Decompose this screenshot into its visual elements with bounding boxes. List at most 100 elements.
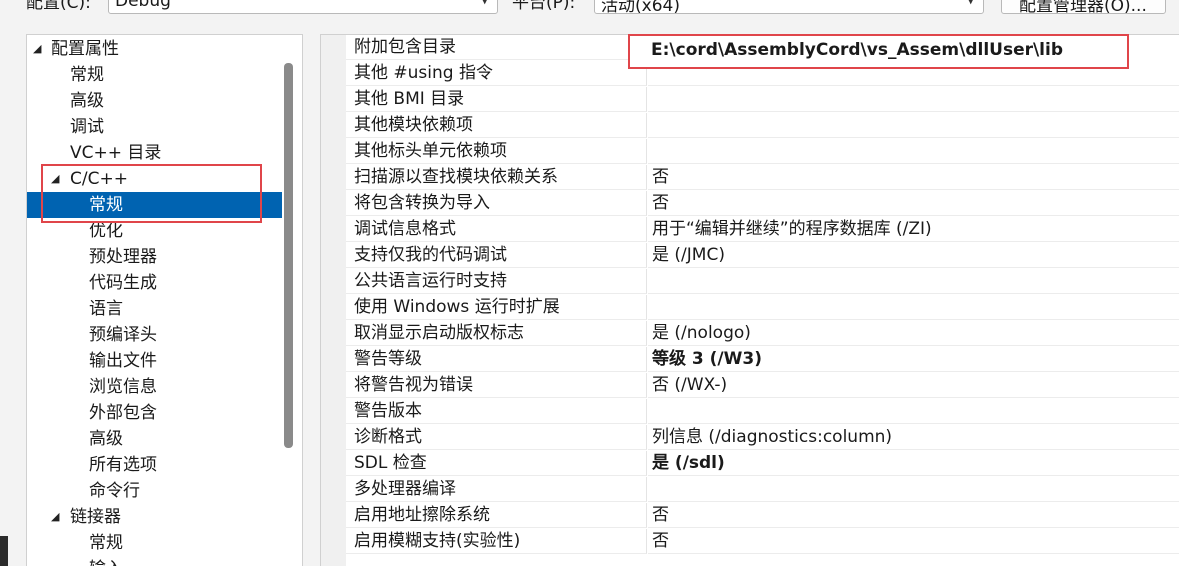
property-name: 其他 BMI 目录 [346, 87, 647, 112]
property-name: 警告等级 [346, 347, 647, 372]
tree-item[interactable]: 命令行 [27, 478, 282, 504]
property-value[interactable] [648, 399, 1179, 424]
tree-item-label: 预编译头 [89, 325, 157, 345]
include-directories-value: E:\cord\AssemblyCord\vs_Assem\dllUser\li… [651, 40, 1064, 60]
property-row[interactable]: 扫描源以查找模块依赖关系否 [346, 165, 1179, 191]
tree-item-label: 预处理器 [89, 247, 157, 267]
platform-combo[interactable]: 活动(x64) ▼ [594, 0, 984, 16]
property-value[interactable]: 等级 3 (/W3) [648, 347, 1179, 372]
property-row[interactable]: 支持仅我的代码调试是 (/JMC) [346, 243, 1179, 269]
property-row[interactable]: 警告版本 [346, 399, 1179, 425]
property-value[interactable] [648, 87, 1179, 112]
property-row[interactable]: 使用 Windows 运行时扩展 [346, 295, 1179, 321]
property-value[interactable]: 是 (/JMC) [648, 243, 1179, 268]
property-name: 启用模糊支持(实验性) [346, 529, 647, 554]
tree-item-label: 命令行 [89, 481, 140, 501]
property-tree: ◢ 配置属性 常规 高级 调试 VC++ 目录 ◢ C/C++ 常规 优化 预处理器 代码生成 语言 预编… [26, 34, 303, 566]
tree-item-label: 输出文件 [89, 351, 157, 371]
tree-item[interactable]: 输入 [27, 556, 282, 566]
property-value[interactable]: 否 [648, 503, 1179, 528]
tree-item[interactable]: 预处理器 [27, 244, 282, 270]
property-value[interactable]: 是 (/nologo) [648, 321, 1179, 346]
property-value[interactable]: 否 [648, 191, 1179, 216]
chevron-down-icon: ▼ [481, 0, 489, 6]
tree-item[interactable]: ◢ 链接器 [27, 504, 282, 530]
property-row[interactable]: 启用地址擦除系统否 [346, 503, 1179, 529]
tree-item-label: 常规 [89, 533, 123, 553]
tree-item[interactable]: 所有选项 [27, 452, 282, 478]
property-row[interactable]: 警告等级 等级 3 (/W3) [346, 347, 1179, 373]
property-value[interactable] [648, 295, 1179, 320]
include-directories-input[interactable]: E:\cord\AssemblyCord\vs_Assem\dllUser\li… [628, 34, 1129, 69]
property-row[interactable]: 其他标头单元依赖项 [346, 139, 1179, 165]
property-row[interactable]: 将包含转换为导入否 [346, 191, 1179, 217]
tree-item[interactable]: 输出文件 [27, 348, 282, 374]
tree-item-label: 高级 [70, 91, 104, 111]
tree-item-label: 所有选项 [89, 455, 157, 475]
tree-item-label: 浏览信息 [89, 377, 157, 397]
tree-item[interactable]: 代码生成 [27, 270, 282, 296]
tree-item[interactable]: 高级 [27, 426, 282, 452]
property-row[interactable]: 其他 BMI 目录 [346, 87, 1179, 113]
tree-item[interactable]: 常规 [27, 62, 282, 88]
property-value[interactable]: 否 [648, 529, 1179, 554]
expand-arrow-icon[interactable]: ◢ [51, 504, 59, 530]
property-value[interactable]: 否 (/WX-) [648, 373, 1179, 398]
property-row[interactable]: 将警告视为错误否 (/WX-) [346, 373, 1179, 399]
tree-item[interactable]: 调试 [27, 114, 282, 140]
property-value[interactable] [648, 139, 1179, 164]
property-name: 其他标头单元依赖项 [346, 139, 647, 164]
property-row[interactable]: 其他模块依赖项 [346, 113, 1179, 139]
configuration-manager-button[interactable]: 配置管理器(O)... [1001, 0, 1166, 16]
configuration-manager-label: 配置管理器(O)... [1019, 0, 1147, 16]
tree-scrollbar-thumb[interactable] [284, 63, 293, 448]
tree-item-label: 代码生成 [89, 273, 157, 293]
tree-item[interactable]: ◢ 配置属性 [27, 36, 282, 62]
tree-item[interactable]: 浏览信息 [27, 374, 282, 400]
tree-item[interactable]: 预编译头 [27, 322, 282, 348]
property-name: 其他模块依赖项 [346, 113, 647, 138]
property-value[interactable] [648, 477, 1179, 502]
property-row[interactable]: 公共语言运行时支持 [346, 269, 1179, 295]
property-row[interactable]: 多处理器编译 [346, 477, 1179, 503]
property-row[interactable]: 启用模糊支持(实验性) 否 [346, 529, 1179, 555]
tree-item-label: 调试 [70, 117, 104, 137]
tree-item-label: 常规 [70, 65, 104, 85]
platform-label: 平台(P): [512, 0, 576, 13]
property-value[interactable]: 是 (/sdl) [648, 451, 1179, 476]
property-name: 取消显示启动版权标志 [346, 321, 647, 346]
property-row[interactable]: 取消显示启动版权标志是 (/nologo) [346, 321, 1179, 347]
tree-item[interactable]: 常规 [27, 530, 282, 556]
tree-item-label: 配置属性 [51, 39, 119, 59]
property-grid: 附加包含目录 其他 #using 指令 其他 BMI 目录 其他模块依赖项 其他标头单元… [320, 34, 1179, 566]
property-row[interactable]: SDL 检查是 (/sdl) [346, 451, 1179, 477]
expand-arrow-icon[interactable]: ◢ [33, 36, 41, 62]
property-value[interactable]: 列信息 (/diagnostics:column) [648, 425, 1179, 450]
tree-item[interactable]: 语言 [27, 296, 282, 322]
platform-value: 活动(x64) [601, 0, 680, 16]
tree-item-label: 外部包含 [89, 403, 157, 423]
tree-item[interactable]: VC++ 目录 [27, 140, 282, 166]
property-name: 使用 Windows 运行时扩展 [346, 295, 647, 320]
property-name: 支持仅我的代码调试 [346, 243, 647, 268]
tree-item[interactable]: 外部包含 [27, 400, 282, 426]
tree-item[interactable]: 高级 [27, 88, 282, 114]
property-value[interactable]: 否 [648, 165, 1179, 190]
property-name: 附加包含目录 [346, 35, 647, 60]
property-value[interactable] [648, 269, 1179, 294]
property-row[interactable]: 调试信息格式 用于“编辑并继续”的程序数据库 (/ZI) [346, 217, 1179, 243]
tree-item-label: VC++ 目录 [70, 143, 162, 163]
configuration-value: Debug [115, 0, 171, 11]
property-value[interactable] [648, 113, 1179, 138]
property-name: 调试信息格式 [346, 217, 647, 242]
configuration-toolbar: 配置(C): Debug ▼ 平台(P): 活动(x64) ▼ 配置管理器(O)… [0, 0, 1179, 20]
property-row[interactable]: 诊断格式 列信息 (/diagnostics:column) [346, 425, 1179, 451]
configuration-combo[interactable]: Debug ▼ [108, 0, 498, 14]
tree-item-label: 链接器 [70, 507, 121, 527]
property-value[interactable]: 用于“编辑并继续”的程序数据库 (/ZI) [648, 217, 1179, 242]
property-name: 诊断格式 [346, 425, 647, 450]
property-name: 公共语言运行时支持 [346, 269, 647, 294]
tree-item-label: 高级 [89, 429, 123, 449]
property-name: 警告版本 [346, 399, 647, 424]
property-name: 启用地址擦除系统 [346, 503, 647, 528]
